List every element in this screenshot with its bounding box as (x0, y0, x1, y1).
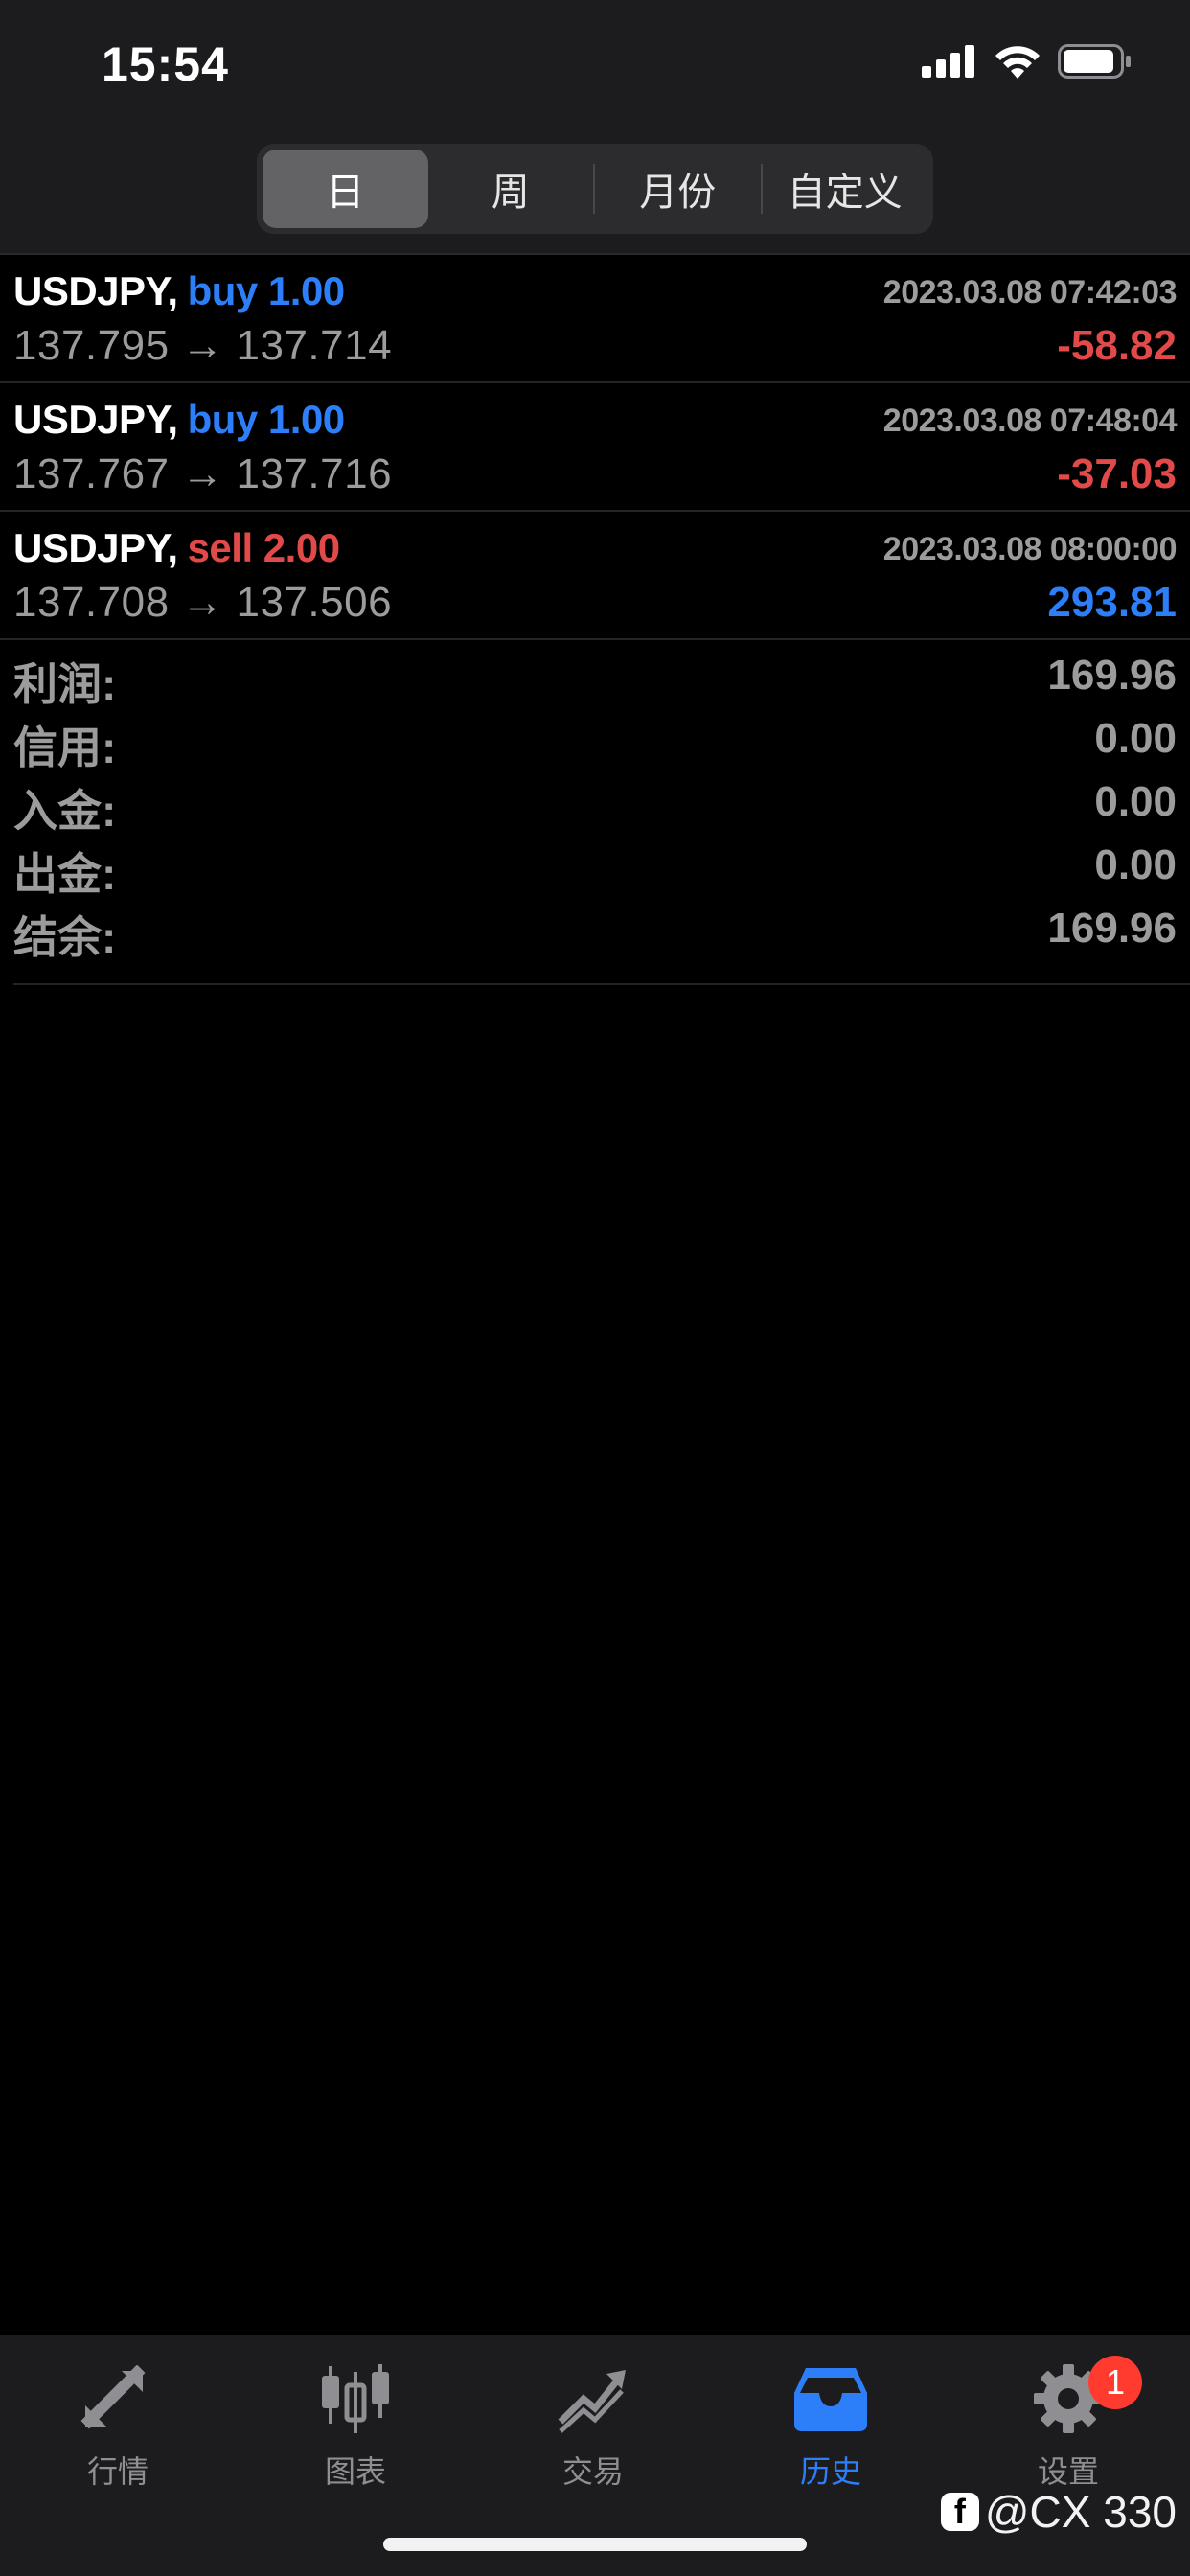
summary-label: 结余: (13, 912, 117, 962)
tab-quotes[interactable]: 行情 (36, 2356, 199, 2492)
trade-symbol: USDJPY, (13, 268, 178, 313)
quotes-arrows-icon (36, 2356, 199, 2442)
tab-settings[interactable]: 设置 1 (987, 2356, 1150, 2492)
summary-value: 0.00 (1094, 841, 1177, 888)
home-indicator (383, 2538, 807, 2551)
summary-row-profit: 利润: 169.96 (13, 642, 1177, 709)
candlestick-chart-icon (274, 2356, 437, 2442)
segment-custom[interactable]: 自定义 (763, 150, 928, 228)
summary-value: 169.96 (1047, 905, 1177, 952)
trade-title: USDJPY, buy 1.00 (13, 397, 345, 443)
tab-chart[interactable]: 图表 (274, 2356, 437, 2492)
summary-value: 0.00 (1094, 778, 1177, 825)
trade-side: buy 1.00 (187, 397, 346, 442)
trade-row[interactable]: USDJPY, buy 1.00 2023.03.08 07:48:04 137.… (0, 383, 1190, 512)
tab-label: 交易 (561, 2454, 624, 2489)
summary-value: 169.96 (1047, 652, 1177, 699)
trade-time: 2023.03.08 08:00:00 (882, 531, 1178, 567)
facebook-icon: f (940, 2492, 979, 2531)
summary-label: 出金: (13, 849, 117, 899)
trade-side: buy 1.00 (187, 268, 346, 313)
trade-profit: 293.81 (1047, 579, 1177, 626)
cellular-signal-icon (922, 45, 974, 78)
trade-prices: 137.795 → 137.714 (13, 322, 393, 369)
history-inbox-icon (749, 2356, 912, 2442)
segment-month[interactable]: 月份 (595, 150, 761, 228)
tab-label: 图表 (324, 2454, 386, 2489)
segment-day[interactable]: 日 (263, 150, 428, 228)
trade-time: 2023.03.08 07:48:04 (882, 402, 1178, 439)
summary-label: 信用: (13, 723, 117, 772)
summary-row-withdrawal: 出金: 0.00 (13, 832, 1177, 899)
trade-time: 2023.03.08 07:42:03 (882, 274, 1178, 310)
notification-badge: 1 (1088, 2356, 1142, 2409)
summary-divider (13, 983, 1190, 985)
tab-history[interactable]: 历史 (749, 2356, 912, 2492)
trade-symbol: USDJPY, (13, 525, 178, 570)
trade-prices: 137.708 → 137.506 (13, 579, 393, 626)
battery-icon (1058, 44, 1131, 79)
trade-title: USDJPY, sell 2.00 (13, 525, 340, 571)
top-bar: 15:54 日 周 月份 自定义 (0, 0, 1190, 253)
tab-label: 行情 (86, 2454, 149, 2489)
summary-label: 入金: (13, 786, 117, 836)
wifi-icon (995, 46, 1040, 79)
account-summary: 利润: 169.96 信用: 0.00 入金: 0.00 出金: 0.00 结余… (13, 642, 1177, 962)
trade-prices: 137.767 → 137.716 (13, 450, 393, 497)
watermark: f @CX 330 (940, 2486, 1177, 2538)
trade-profit: -58.82 (1057, 322, 1177, 369)
status-icons (922, 44, 1133, 79)
app-screen: 15:54 日 周 月份 自定义 USDJPY, buy 1.00 2023.0… (0, 0, 1190, 2576)
summary-row-credit: 信用: 0.00 (13, 705, 1177, 772)
summary-row-balance: 结余: 169.96 (13, 895, 1177, 962)
trade-history-list: USDJPY, buy 1.00 2023.03.08 07:42:03 137.… (0, 255, 1190, 640)
summary-label: 利润: (13, 659, 117, 709)
tab-trade[interactable]: 交易 (512, 2356, 675, 2492)
trade-trend-icon (512, 2356, 675, 2442)
tab-label: 历史 (799, 2454, 861, 2489)
trade-title: USDJPY, buy 1.00 (13, 268, 345, 314)
segment-week[interactable]: 周 (428, 150, 594, 228)
trade-side: sell 2.00 (187, 525, 340, 570)
period-segmented-control: 日 周 月份 自定义 (257, 144, 933, 234)
trade-symbol: USDJPY, (13, 397, 178, 442)
trade-profit: -37.03 (1057, 450, 1177, 497)
summary-value: 0.00 (1094, 715, 1177, 762)
watermark-text: @CX 330 (984, 2487, 1177, 2537)
summary-row-deposit: 入金: 0.00 (13, 769, 1177, 836)
trade-row[interactable]: USDJPY, buy 1.00 2023.03.08 07:42:03 137.… (0, 255, 1190, 383)
status-time: 15:54 (102, 37, 229, 91)
trade-row[interactable]: USDJPY, sell 2.00 2023.03.08 08:00:00 137… (0, 512, 1190, 640)
